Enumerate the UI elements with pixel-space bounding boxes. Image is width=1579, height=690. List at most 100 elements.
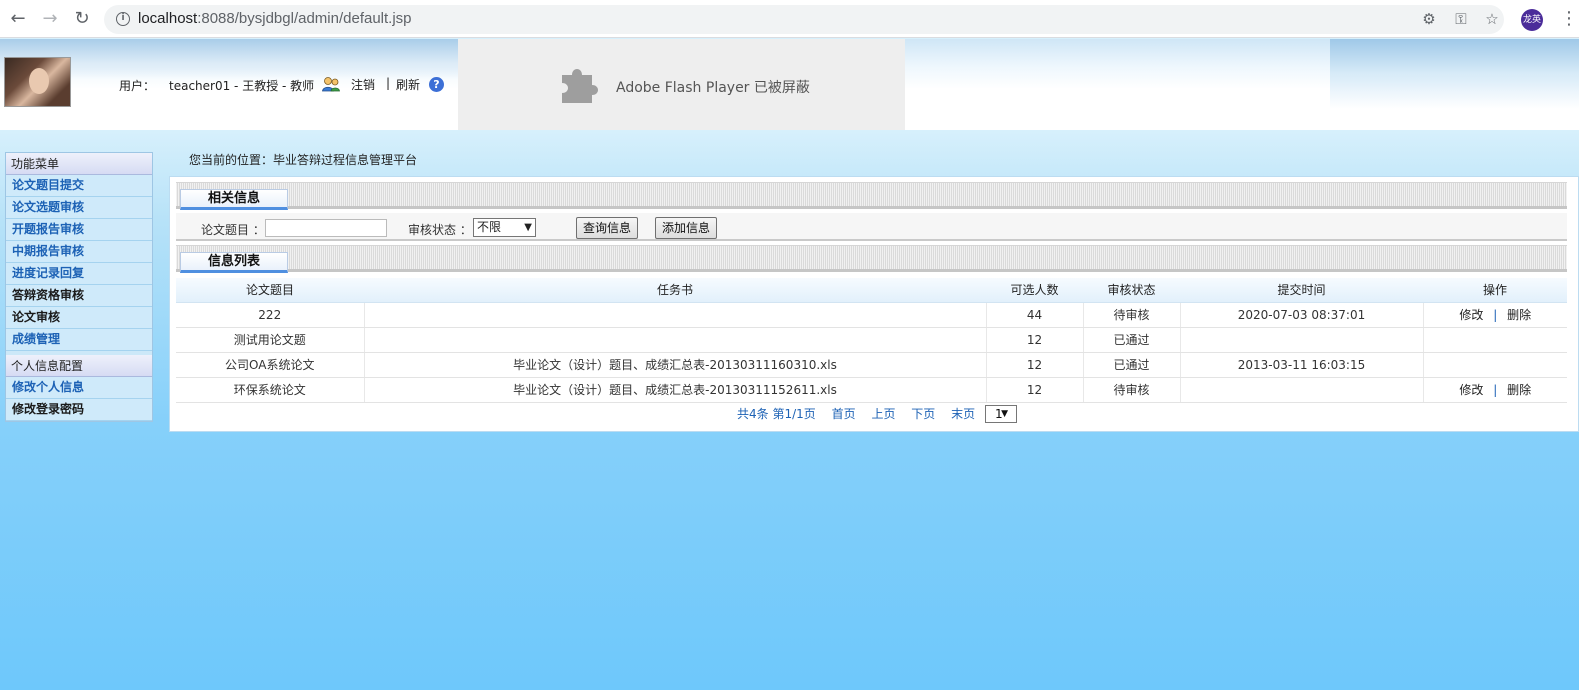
sidebar-item-change-password[interactable]: 修改登录密码: [6, 399, 152, 421]
user-info: 用户： teacher01 - 王教授 - 教师: [119, 77, 314, 94]
action-separator: |: [1493, 383, 1498, 397]
column-header: 论文题目: [176, 278, 364, 303]
prev-page-link[interactable]: 上页: [871, 407, 895, 421]
sidebar-item-proposal-review[interactable]: 开题报告审核: [6, 219, 152, 241]
table-row: 公司OA系统论文 毕业论文（设计）题目、成绩汇总表-20130311160310…: [176, 352, 1567, 378]
table-header-row: 论文题目 任务书 可选人数 审核状态 提交时间 操作: [176, 278, 1567, 303]
sidebar-item-defense-qualification[interactable]: 答辩资格审核: [6, 285, 152, 307]
search-form: 论文题目 ： 审核状态 ： 不限 ▼ 查询信息 添加信息: [176, 213, 1567, 241]
sidebar-item-thesis-submit[interactable]: 论文题目提交: [6, 175, 152, 197]
actions-cell: [1423, 327, 1567, 353]
refresh-link[interactable]: 刷新: [396, 76, 420, 93]
thesis-table: 论文题目 任务书 可选人数 审核状态 提交时间 操作 222 44 待审核 20…: [176, 278, 1567, 403]
sidebar-item-edit-profile[interactable]: 修改个人信息: [6, 377, 152, 399]
count-cell: 12: [986, 377, 1084, 403]
sidebar-section-title: 功能菜单: [6, 153, 152, 175]
add-button[interactable]: 添加信息: [655, 217, 718, 239]
query-button[interactable]: 查询信息: [576, 217, 639, 239]
delete-link[interactable]: 删除: [1507, 308, 1531, 322]
column-header: 可选人数: [986, 278, 1083, 303]
pagination-summary: 共4条 第1/1页: [737, 407, 816, 421]
table-row: 测试用论文题 12 已通过: [176, 327, 1567, 353]
thesis-title-cell: 测试用论文题: [176, 327, 365, 353]
pagination: 共4条 第1/1页 首页 上页 下页 末页 1 ▼: [170, 404, 1578, 424]
time-cell: 2013-03-11 16:03:15: [1180, 352, 1424, 378]
breadcrumb: 您当前的位置：毕业答辩过程信息管理平台: [189, 153, 418, 167]
delete-link[interactable]: 删除: [1507, 383, 1531, 397]
sidebar-menu: 功能菜单 论文题目提交 论文选题审核 开题报告审核 中期报告审核 进度记录回复 …: [5, 152, 153, 422]
edit-link[interactable]: 修改: [1459, 308, 1483, 322]
url-text[interactable]: localhost:8088/bysjdbgl/admin/default.js…: [138, 10, 412, 27]
task-file-link[interactable]: [364, 302, 987, 328]
sidebar-section-title: 个人信息配置: [6, 355, 152, 377]
tab-info-list: 信息列表: [180, 252, 288, 273]
status-cell: 已通过: [1083, 327, 1181, 353]
main-panel: 相关信息 论文题目 ： 审核状态 ： 不限 ▼ 查询信息 添加信息 信息列表 论…: [169, 176, 1579, 432]
list-title-bar: 信息列表: [176, 245, 1567, 273]
actions-cell: 修改 | 删除: [1423, 377, 1567, 403]
sidebar-item-grade-management[interactable]: 成绩管理: [6, 329, 152, 351]
task-file-link[interactable]: 毕业论文（设计）题目、成绩汇总表-20130311152611.xls: [364, 377, 987, 403]
header-separator: |: [386, 76, 391, 90]
key-icon[interactable]: ⚿: [1451, 9, 1471, 29]
page-select[interactable]: 1 ▼: [984, 404, 1017, 423]
user-avatar: [4, 57, 71, 107]
column-header: 提交时间: [1180, 278, 1423, 303]
flash-blocked-message: Adobe Flash Player 已被屏蔽: [616, 80, 810, 96]
count-cell: 12: [986, 327, 1084, 353]
search-title-bar: 相关信息: [176, 182, 1567, 210]
logout-link[interactable]: 注销: [351, 76, 375, 93]
task-file-link[interactable]: [364, 327, 987, 353]
avatar-face: [29, 68, 49, 94]
table-row: 222 44 待审核 2020-07-03 08:37:01 修改 | 删除: [176, 302, 1567, 328]
reload-icon[interactable]: ↻: [71, 8, 93, 30]
tab-related-info: 相关信息: [180, 189, 288, 210]
status-cell: 待审核: [1083, 302, 1181, 328]
status-cell: 待审核: [1083, 377, 1181, 403]
forward-arrow-icon[interactable]: →: [39, 8, 61, 30]
thesis-title-label: 论文题目 ：: [201, 223, 265, 237]
info-icon[interactable]: i: [116, 12, 130, 26]
extension-blocked-icon[interactable]: ⚙: [1419, 9, 1439, 29]
task-file-link[interactable]: 毕业论文（设计）题目、成绩汇总表-20130311160310.xls: [364, 352, 987, 378]
time-cell: 2020-07-03 08:37:01: [1180, 302, 1424, 328]
back-arrow-icon[interactable]: ←: [7, 8, 29, 30]
user-label: 用户：: [119, 79, 156, 93]
review-status-value: 不限: [477, 220, 502, 234]
time-cell: [1180, 327, 1424, 353]
status-cell: 已通过: [1083, 352, 1181, 378]
edit-link[interactable]: 修改: [1459, 383, 1483, 397]
thesis-title-cell: 公司OA系统论文: [176, 352, 365, 378]
help-icon[interactable]: ?: [429, 77, 444, 92]
thesis-title-input[interactable]: [265, 219, 387, 237]
column-header: 审核状态: [1083, 278, 1180, 303]
count-cell: 12: [986, 352, 1084, 378]
browser-menu-icon[interactable]: ⋮: [1560, 8, 1578, 29]
users-icon: [322, 77, 340, 92]
review-status-label: 审核状态 ：: [408, 223, 472, 237]
sidebar-item-midterm-review[interactable]: 中期报告审核: [6, 241, 152, 263]
actions-cell: 修改 | 删除: [1423, 302, 1567, 328]
count-cell: 44: [986, 302, 1084, 328]
chevron-down-icon: ▼: [524, 222, 532, 233]
sidebar-item-progress-reply[interactable]: 进度记录回复: [6, 263, 152, 285]
next-page-link[interactable]: 下页: [911, 407, 935, 421]
profile-avatar[interactable]: 龙英: [1521, 9, 1543, 31]
thesis-title-cell: 环保系统论文: [176, 377, 365, 403]
first-page-link[interactable]: 首页: [832, 407, 856, 421]
actions-cell: [1423, 352, 1567, 378]
address-bar[interactable]: i localhost:8088/bysjdbgl/admin/default.…: [104, 5, 1504, 34]
last-page-link[interactable]: 末页: [951, 407, 975, 421]
review-status-select[interactable]: 不限 ▼: [473, 218, 536, 237]
flash-placeholder[interactable]: Adobe Flash Player 已被屏蔽: [458, 39, 905, 130]
user-name: teacher01 - 王教授 - 教师: [169, 79, 315, 93]
column-header: 操作: [1423, 278, 1567, 303]
puzzle-plugin-icon: [562, 69, 598, 103]
sidebar-item-thesis-review[interactable]: 论文审核: [6, 307, 152, 329]
thesis-title-cell: 222: [176, 302, 365, 328]
bookmark-star-icon[interactable]: ☆: [1482, 9, 1502, 29]
table-row: 环保系统论文 毕业论文（设计）题目、成绩汇总表-20130311152611.x…: [176, 377, 1567, 403]
sidebar-item-topic-review[interactable]: 论文选题审核: [6, 197, 152, 219]
header-cloud-decoration: [1330, 39, 1579, 109]
time-cell: [1180, 377, 1424, 403]
